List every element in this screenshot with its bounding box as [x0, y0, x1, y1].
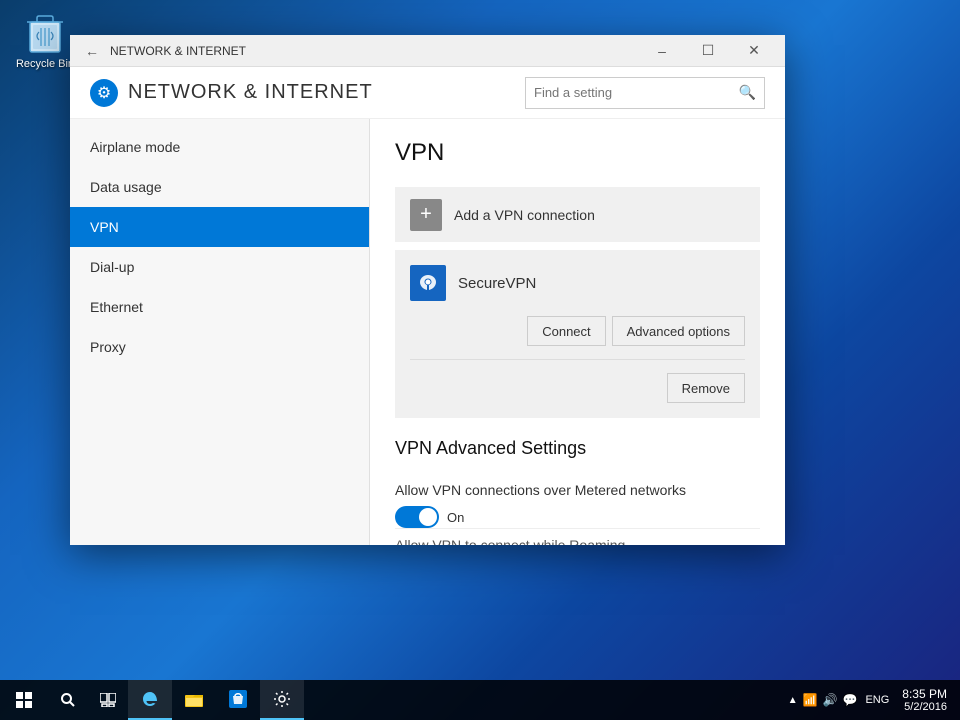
- metered-networks-label: Allow VPN connections over Metered netwo…: [395, 482, 760, 498]
- sidebar-item-proxy[interactable]: Proxy: [70, 327, 369, 367]
- search-icon: 🔍: [739, 84, 756, 101]
- vpn-item-icon: [410, 265, 446, 301]
- search-box[interactable]: 🔍: [525, 77, 765, 109]
- vpn-remove-row: Remove: [410, 368, 745, 408]
- tray-network-icon[interactable]: 📶: [803, 693, 818, 707]
- taskbar-explorer-button[interactable]: [172, 680, 216, 720]
- clock-time: 8:35 PM: [902, 687, 947, 701]
- taskbar-edge-button[interactable]: [128, 680, 172, 720]
- tray-icons: ▲ 📶 🔊 💬: [788, 693, 858, 707]
- close-button[interactable]: ✕: [731, 35, 777, 67]
- plus-icon: +: [410, 199, 442, 231]
- add-vpn-button[interactable]: + Add a VPN connection: [395, 187, 760, 242]
- vpn-item-name: SecureVPN: [458, 275, 536, 292]
- sidebar-item-airplane-mode[interactable]: Airplane mode: [70, 127, 369, 167]
- main-content: VPN + Add a VPN connection: [370, 119, 785, 545]
- settings-gear-icon: ⚙: [90, 79, 118, 107]
- settings-header: ⚙ NETWORK & INTERNET 🔍: [70, 67, 785, 119]
- sidebar-item-label: Data usage: [90, 179, 162, 195]
- sidebar-item-label: Ethernet: [90, 299, 143, 315]
- title-bar-text: NETWORK & INTERNET: [110, 44, 246, 58]
- sidebar-item-ethernet[interactable]: Ethernet: [70, 287, 369, 327]
- sidebar-item-label: Airplane mode: [90, 139, 180, 155]
- title-bar: ← NETWORK & INTERNET – ☐ ✕: [70, 35, 785, 67]
- settings-window: ← NETWORK & INTERNET – ☐ ✕ ⚙ NETWORK & I…: [70, 35, 785, 545]
- settings-content: Airplane mode Data usage VPN Dial-up Eth…: [70, 119, 785, 545]
- sidebar-item-dialup[interactable]: Dial-up: [70, 247, 369, 287]
- clock-date: 5/2/2016: [902, 701, 947, 713]
- metered-networks-setting: Allow VPN connections over Metered netwo…: [395, 474, 760, 506]
- divider: [410, 359, 745, 360]
- maximize-button[interactable]: ☐: [685, 35, 731, 67]
- taskbar-settings-button[interactable]: [260, 680, 304, 720]
- metered-toggle-container: On: [395, 506, 760, 528]
- taskbar-right: ▲ 📶 🔊 💬 ENG 8:35 PM 5/2/2016: [788, 687, 960, 713]
- sidebar-item-label: Proxy: [90, 339, 126, 355]
- advanced-options-button[interactable]: Advanced options: [612, 316, 745, 346]
- search-taskbar-button[interactable]: [48, 680, 88, 720]
- start-button[interactable]: [0, 680, 48, 720]
- sidebar: Airplane mode Data usage VPN Dial-up Eth…: [70, 119, 370, 545]
- tray-arrow-icon[interactable]: ▲: [788, 695, 798, 706]
- vpn-action-buttons: Connect Advanced options: [410, 311, 745, 351]
- sidebar-item-data-usage[interactable]: Data usage: [70, 167, 369, 207]
- taskbar: ▲ 📶 🔊 💬 ENG 8:35 PM 5/2/2016: [0, 680, 960, 720]
- back-button[interactable]: ←: [78, 37, 106, 65]
- recycle-bin-label: Recycle Bin: [16, 58, 74, 70]
- connect-button[interactable]: Connect: [527, 316, 605, 346]
- vpn-item-header: SecureVPN: [410, 260, 745, 311]
- window-controls: – ☐ ✕: [639, 35, 777, 67]
- search-input[interactable]: [534, 85, 739, 100]
- metered-toggle[interactable]: [395, 506, 439, 528]
- task-view-button[interactable]: [88, 680, 128, 720]
- vpn-item: SecureVPN Connect Advanced options Remov…: [395, 250, 760, 418]
- minimize-button[interactable]: –: [639, 35, 685, 67]
- metered-toggle-label: On: [447, 510, 464, 525]
- language-indicator[interactable]: ENG: [865, 694, 889, 706]
- taskbar-clock[interactable]: 8:35 PM 5/2/2016: [894, 687, 955, 713]
- tray-volume-icon[interactable]: 🔊: [823, 693, 838, 707]
- vpn-section-title: VPN: [395, 139, 760, 167]
- sidebar-item-label: VPN: [90, 219, 119, 235]
- add-vpn-label: Add a VPN connection: [454, 207, 595, 223]
- roaming-setting-label: Allow VPN to connect while Roaming: [395, 528, 760, 545]
- settings-header-title: NETWORK & INTERNET: [128, 81, 373, 104]
- adv-settings-title: VPN Advanced Settings: [395, 438, 760, 459]
- tray-message-icon[interactable]: 💬: [843, 693, 858, 707]
- sidebar-item-vpn[interactable]: VPN: [70, 207, 369, 247]
- sidebar-item-label: Dial-up: [90, 259, 134, 275]
- remove-button[interactable]: Remove: [667, 373, 745, 403]
- taskbar-store-button[interactable]: [216, 680, 260, 720]
- desktop: Recycle Bin ← NETWORK & INTERNET – ☐ ✕: [0, 0, 960, 720]
